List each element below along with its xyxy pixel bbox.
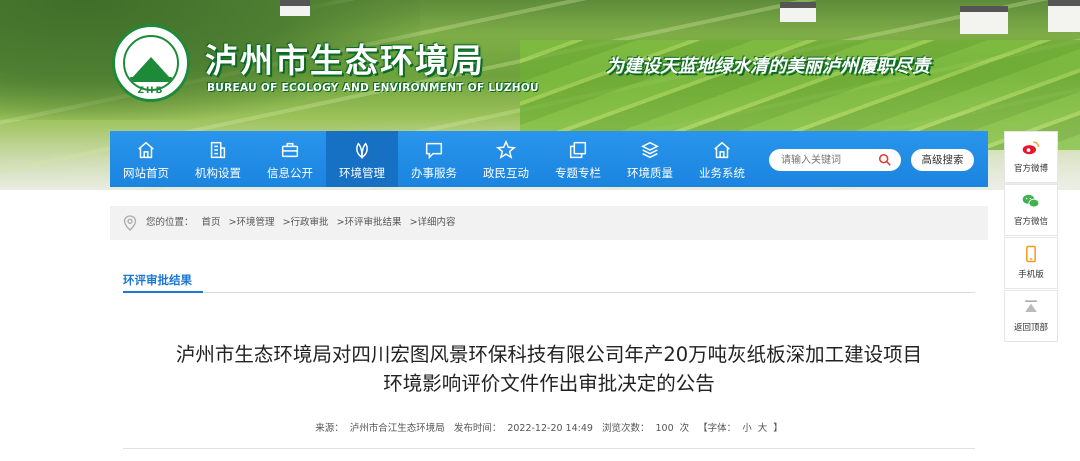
nav-item-env-quality[interactable]: 环境质量	[614, 131, 686, 187]
article-title-line: 环境影响评价文件作出审批决定的公告	[383, 372, 715, 395]
article-meta: 来源： 泸州市合江生态环境局 发布时间： 2022-12-20 14:49 浏览次数…	[110, 420, 988, 434]
nav-item-home[interactable]: 网站首页	[110, 131, 182, 187]
source-value: 泸州市合江生态环境局	[349, 423, 445, 434]
section-divider	[123, 292, 975, 293]
nav-item-label: 机构设置	[195, 166, 241, 180]
nav-item-interaction[interactable]: 政民互动	[470, 131, 542, 187]
site-title[interactable]: 泸州市生态环境局	[205, 34, 485, 82]
font-size-large-button[interactable]: 大	[758, 423, 768, 434]
building-icon	[210, 141, 226, 159]
star-icon	[495, 139, 517, 159]
advanced-search-button[interactable]: 高级搜索	[911, 149, 974, 171]
breadcrumb: 您的位置： 首页 >环境管理 >行政审批 >环评审批结果 >详细内容	[110, 206, 988, 240]
font-size-bracket: 】	[773, 423, 783, 434]
water-icon	[129, 77, 173, 82]
weibo-icon	[1022, 141, 1040, 155]
sidebar-mobile[interactable]: 手机版	[1004, 237, 1058, 289]
section-tab-underline	[123, 291, 203, 293]
nav-item-services[interactable]: 办事服务	[398, 131, 470, 187]
views-label: 浏览次数：	[601, 423, 650, 434]
font-size-small-button[interactable]: 小	[742, 423, 752, 434]
sidebar-label: 返回顶部	[1013, 323, 1048, 333]
nav-item-label: 信息公开	[267, 166, 313, 180]
nav-item-label: 专题专栏	[555, 166, 601, 180]
logo-emblem	[123, 35, 179, 91]
sidebar-back-to-top[interactable]: 返回顶部	[1004, 290, 1058, 342]
location-pin-icon	[123, 215, 137, 231]
message-icon	[425, 142, 443, 160]
mountain-icon	[131, 57, 171, 79]
sidebar-weibo[interactable]: 官方微博	[1004, 131, 1058, 183]
banner-slogan: 为建设天蓝地绿水清的美丽泸州履职尽责	[606, 56, 930, 77]
nav-item-label: 网站首页	[123, 166, 169, 180]
breadcrumb-prefix: 您的位置：	[146, 217, 194, 228]
nav-item-business-system[interactable]: 业务系统	[686, 131, 758, 187]
bureau-logo[interactable]: ZHB	[112, 24, 190, 102]
main-nav: 网站首页 机构设置 信息公开 环境管理 办事服务 政民互动 专题专栏 环境质量 …	[110, 131, 988, 187]
nav-item-label: 业务系统	[699, 166, 745, 180]
breadcrumb-admin-approval[interactable]: >行政审批	[283, 217, 329, 228]
nav-item-label: 环境质量	[627, 166, 673, 180]
briefcase-icon	[281, 142, 299, 158]
views-count: 100	[655, 423, 674, 434]
sidebar-label: 官方微信	[1013, 217, 1048, 227]
mobile-icon	[1026, 245, 1036, 263]
copy-icon	[569, 141, 587, 159]
breadcrumb-trail: 您的位置： 首页 >环境管理 >行政审批 >环评审批结果 >详细内容	[146, 206, 461, 240]
banner-house	[960, 6, 1008, 34]
home-icon	[714, 141, 730, 159]
nav-item-special-topics[interactable]: 专题专栏	[542, 131, 614, 187]
publish-time: 2022-12-20 14:49	[507, 423, 593, 434]
logo-text: ZHB	[137, 86, 165, 96]
article-title: 泸州市生态环境局对四川宏图风景环保科技有限公司年产20万吨灰纸板深加工建设项目 …	[110, 340, 988, 398]
nav-item-info-disclosure[interactable]: 信息公开	[254, 131, 326, 187]
breadcrumb-home[interactable]: 首页	[202, 217, 221, 228]
publish-label: 发布时间：	[453, 423, 502, 434]
breadcrumb-env-management[interactable]: >环境管理	[229, 217, 275, 228]
meta-divider	[123, 448, 975, 449]
banner-house	[1048, 0, 1080, 32]
breadcrumb-eia-results[interactable]: >环评审批结果	[337, 217, 402, 228]
nav-item-label: 办事服务	[411, 166, 457, 180]
section-tab-eia-results[interactable]: 环评审批结果	[123, 272, 192, 288]
back-to-top-icon	[1025, 300, 1037, 312]
source-label: 来源：	[315, 423, 344, 434]
sidebar-wechat[interactable]: 官方微信	[1004, 184, 1058, 236]
article-title-line: 泸州市生态环境局对四川宏图风景环保科技有限公司年产20万吨灰纸板深加工建设项目	[175, 343, 923, 366]
home-icon	[138, 141, 154, 159]
sidebar-label: 手机版	[1018, 270, 1044, 280]
sidebar-label: 官方微博	[1013, 164, 1048, 174]
nav-item-env-management[interactable]: 环境管理	[326, 131, 398, 187]
leaf-icon	[356, 142, 368, 159]
banner-house	[780, 2, 816, 22]
font-size-label: 【字体：	[698, 423, 737, 434]
banner-house	[280, 0, 310, 16]
wechat-icon	[1022, 194, 1040, 208]
site-subtitle: BUREAU OF ECOLOGY AND ENVIRONMENT OF LUZ…	[207, 82, 539, 94]
views-unit: 次	[679, 423, 690, 434]
breadcrumb-current: >详细内容	[409, 217, 456, 228]
nav-item-label: 政民互动	[483, 166, 529, 180]
search-icon[interactable]	[878, 153, 892, 167]
nav-item-organization[interactable]: 机构设置	[182, 131, 254, 187]
nav-item-label: 环境管理	[339, 166, 385, 180]
layers-icon	[641, 141, 659, 159]
